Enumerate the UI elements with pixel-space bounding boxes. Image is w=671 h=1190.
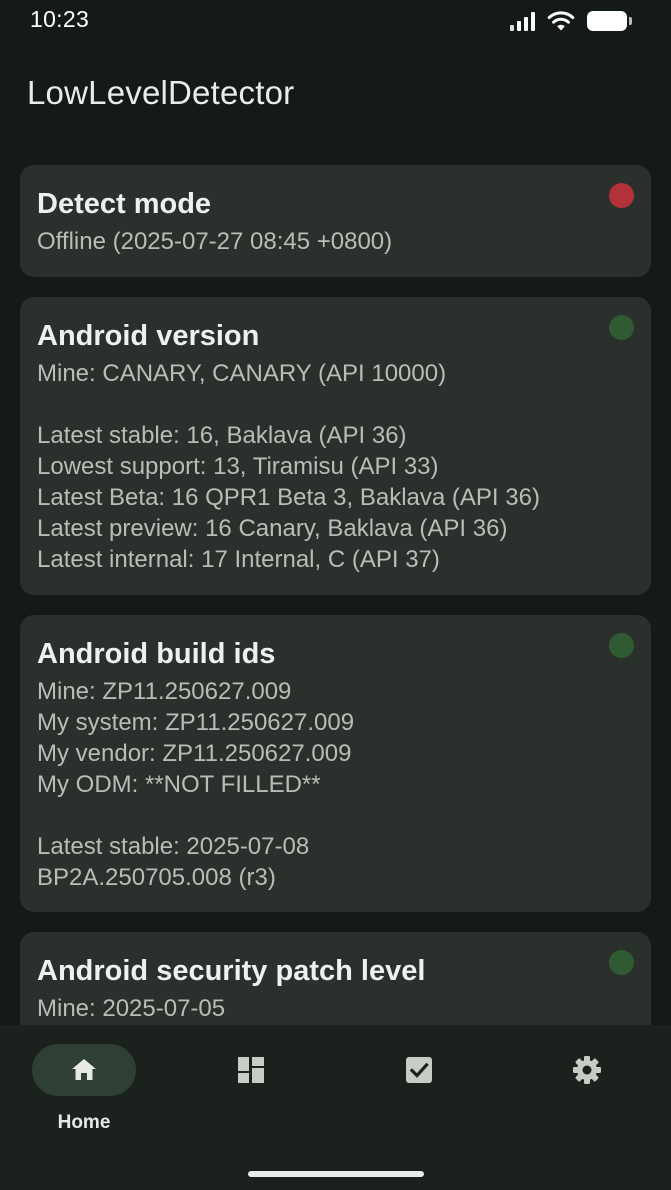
nav-item-home[interactable] (32, 1043, 136, 1097)
app-screen: LowLevelDetector Detect mode Offline (20… (0, 0, 671, 1190)
card-line: Mine: 2025-07-05 (37, 995, 226, 1022)
card-line: Offline (2025-07-27 08:45 +0800) (37, 228, 393, 255)
status-bar: 10:23 (0, 0, 671, 44)
card-detect-mode[interactable]: Detect mode Offline (2025-07-27 08:45 +0… (20, 165, 651, 277)
status-icons (510, 9, 632, 33)
home-indicator[interactable] (248, 1171, 424, 1177)
card-line: My vendor: ZP11.250627.009 (37, 740, 352, 767)
home-icon (72, 1059, 96, 1080)
nav-item-settings[interactable] (535, 1043, 639, 1097)
nav-label-home: Home (57, 1112, 111, 1133)
card-line: Latest internal: 17 Internal, C (API 37) (37, 546, 440, 573)
battery-icon (587, 11, 632, 31)
card-android-build-ids[interactable]: Android build ids Mine: ZP11.250627.009 … (20, 615, 651, 912)
wifi-icon (547, 11, 575, 31)
card-title: Android security patch level (37, 955, 426, 987)
app-title: LowLevelDetector (27, 74, 295, 111)
signal-icon (510, 11, 535, 31)
checkbox-icon (406, 1057, 432, 1083)
card-line: Lowest support: 13, Tiramisu (API 33) (37, 453, 439, 480)
card-line: My ODM: **NOT FILLED** (37, 771, 321, 798)
card-line: Mine: ZP11.250627.009 (37, 678, 292, 705)
scroll-content[interactable]: LowLevelDetector Detect mode Offline (20… (0, 0, 671, 1025)
card-security-patch-level[interactable]: Android security patch level Mine: 2025-… (20, 932, 651, 1025)
nav-item-dashboard[interactable] (199, 1043, 303, 1097)
card-line: Mine: CANARY, CANARY (API 10000) (37, 360, 447, 387)
card-title: Android version (37, 320, 260, 352)
card-title: Android build ids (37, 638, 276, 670)
nav-item-checklist[interactable] (367, 1043, 471, 1097)
status-time: 10:23 (30, 6, 90, 32)
card-line: Latest Beta: 16 QPR1 Beta 3, Baklava (AP… (37, 484, 540, 511)
status-indicator-red (609, 183, 634, 208)
status-indicator-green (609, 950, 634, 975)
status-indicator-green (609, 315, 634, 340)
card-title: Detect mode (37, 188, 212, 220)
status-indicator-green (609, 633, 634, 658)
card-line: Latest stable: 2025-07-08 (37, 833, 310, 860)
card-line: Latest stable: 16, Baklava (API 36) (37, 422, 407, 449)
card-line: Latest preview: 16 Canary, Baklava (API … (37, 515, 508, 542)
gear-icon (573, 1056, 601, 1084)
dashboard-icon (238, 1057, 264, 1083)
card-line: My system: ZP11.250627.009 (37, 709, 355, 736)
bottom-navigation: Home (0, 1025, 671, 1190)
card-android-version[interactable]: Android version Mine: CANARY, CANARY (AP… (20, 297, 651, 595)
card-line: BP2A.250705.008 (r3) (37, 864, 276, 891)
